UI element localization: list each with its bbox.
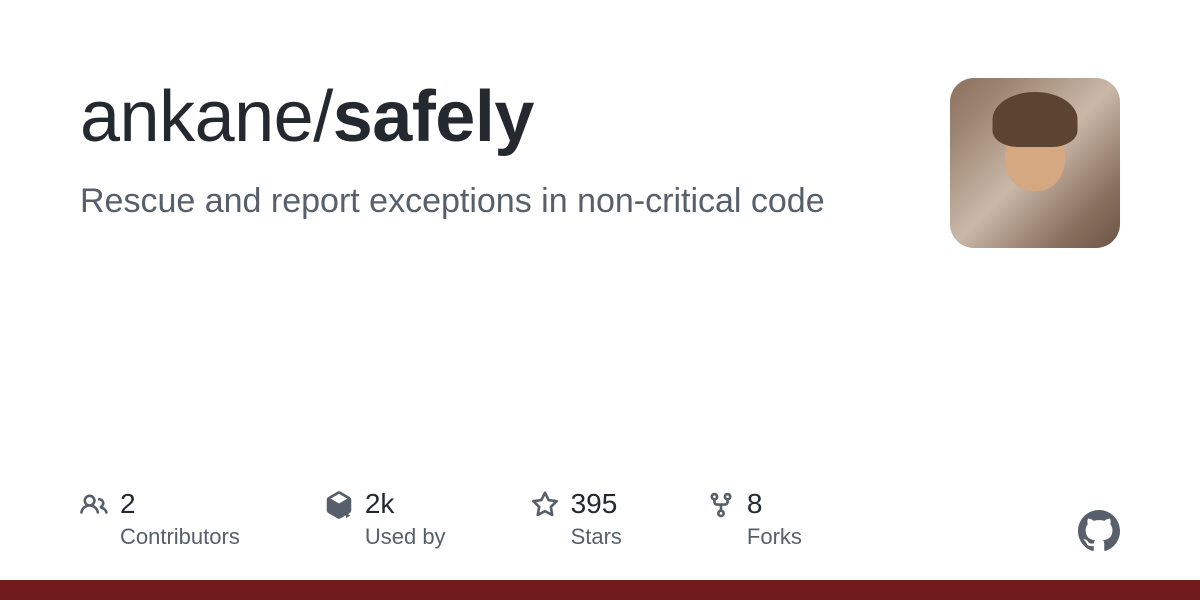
stat-value: 2k [365, 489, 446, 520]
repo-separator: / [313, 77, 333, 157]
owner-avatar [950, 78, 1120, 248]
repo-owner: ankane [80, 77, 313, 157]
stat-label: Used by [365, 524, 446, 550]
repo-name: safely [333, 77, 534, 157]
stat-forks: 8 Forks [707, 489, 802, 550]
stat-value: 395 [571, 489, 622, 520]
stat-label: Stars [571, 524, 622, 550]
repo-description: Rescue and report exceptions in non-crit… [80, 179, 910, 223]
stat-label: Contributors [120, 524, 240, 550]
stat-value: 2 [120, 489, 240, 520]
stats-row: 2 Contributors 2k Used by 395 Stars 8 Fo… [80, 489, 1120, 550]
stat-contributors: 2 Contributors [80, 489, 240, 550]
repo-title: ankane/safely [80, 78, 910, 157]
star-icon [531, 491, 559, 519]
people-icon [80, 491, 108, 519]
accent-bar [0, 580, 1200, 600]
stat-stars: 395 Stars [531, 489, 622, 550]
stat-text: 8 Forks [747, 489, 802, 550]
fork-icon [707, 491, 735, 519]
github-logo-icon [1078, 510, 1120, 552]
repo-header: ankane/safely Rescue and report exceptio… [0, 0, 1200, 248]
stat-text: 2 Contributors [120, 489, 240, 550]
stat-label: Forks [747, 524, 802, 550]
stat-usedby: 2k Used by [325, 489, 446, 550]
repo-info: ankane/safely Rescue and report exceptio… [80, 78, 910, 223]
package-dependents-icon [325, 491, 353, 519]
stat-text: 2k Used by [365, 489, 446, 550]
stat-value: 8 [747, 489, 802, 520]
stat-text: 395 Stars [571, 489, 622, 550]
